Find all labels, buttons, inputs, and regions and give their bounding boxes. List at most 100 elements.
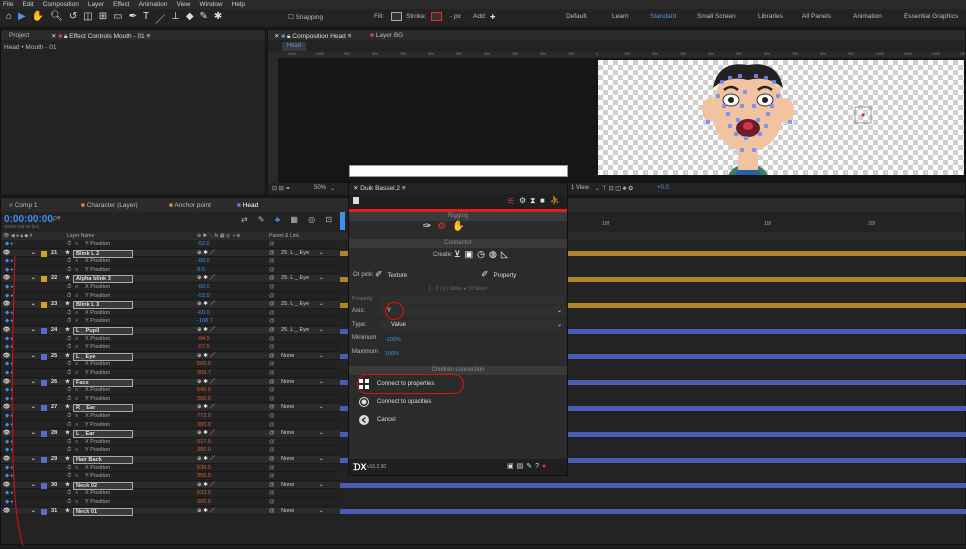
type-dropdown[interactable]: Value ⌄ [379, 320, 565, 330]
rotate-tool-icon[interactable]: ↺ [69, 11, 77, 26]
comp-breadcrumb-head[interactable]: Head [282, 42, 306, 51]
connector-hint: 1 - 3 | 10 Slider ● 10 Slider [428, 286, 488, 292]
menu-item-window[interactable]: Window [200, 0, 223, 9]
add-icon[interactable]: ✚ [490, 13, 495, 21]
hand-tool-icon[interactable]: ✋ [32, 11, 44, 26]
menu-item-composition[interactable]: Composition [43, 0, 79, 9]
property-dropdown[interactable] [379, 296, 565, 304]
layer-duration-bar[interactable] [340, 509, 966, 515]
fill-swatch[interactable] [391, 12, 402, 21]
workspace-essential-graphics[interactable]: Essential Graphics [904, 13, 958, 20]
menu-item-help[interactable]: Help [232, 0, 245, 9]
menu-item-edit[interactable]: Edit [22, 0, 33, 9]
pen-tool-icon[interactable]: ✒ [129, 11, 137, 26]
rectangle-tool-icon[interactable]: ▭ [113, 11, 122, 26]
spin-create-icon[interactable]: ◍ [489, 249, 501, 259]
puppet-pin-icon[interactable]: ✱ [214, 11, 222, 26]
chevron-down-icon: ⌄ [556, 322, 562, 328]
zoom-tool-icon[interactable]: 🔍︎ [50, 11, 63, 26]
tab-effect-controls[interactable]: ✕ ■ 🔒︎ Effect Controls Mouth - 01 ≡ [51, 32, 150, 41]
duik-camera-icon[interactable]: ■ [540, 196, 545, 205]
camera-tool-icon[interactable]: ◫ [83, 11, 92, 26]
clone-stamp-icon[interactable]: ⊥ [171, 11, 180, 26]
workspace-standard[interactable]: Standard [650, 13, 676, 20]
ruler-tick: 900 [848, 52, 854, 56]
pick-property-button[interactable]: ✐ Property [481, 267, 561, 282]
snapping-toggle[interactable]: ☐ Snapping [288, 13, 323, 21]
duik-logo: ᗪX [353, 462, 367, 472]
view-layout-dropdown[interactable]: 1 View [571, 185, 589, 191]
tab-project[interactable]: Project [9, 32, 29, 39]
character-artwork [702, 64, 872, 175]
ruler-tick: 700 [792, 52, 798, 56]
pan-behind-icon[interactable]: ⊞ [99, 11, 107, 26]
brush-tool-icon[interactable]: ／ [155, 11, 165, 26]
zoom-chevron-icon[interactable]: ⌄ [330, 185, 335, 192]
snapshot-icon[interactable]: ⊡ ⊟ ⚭ [272, 185, 290, 192]
connect-to-opacities-button[interactable]: Connect to opacities [353, 395, 561, 409]
chat-icon[interactable]: ▣ [507, 463, 517, 470]
hand-icon[interactable]: ✋ [452, 221, 470, 232]
tab-timeline-anchor-point[interactable]: ■ Anchor point [169, 202, 211, 209]
timecode-fps: 00000 (25.00 fps) [4, 224, 40, 229]
slider-create-icon[interactable]: ⊻ [454, 249, 465, 259]
curve-create-icon[interactable]: ◺ [501, 249, 512, 259]
duik-rig-icon[interactable]: ⚟ [507, 196, 515, 207]
menu-item-animation[interactable]: Animation [139, 0, 168, 9]
bone-icon[interactable]: ✑ [423, 221, 437, 232]
type-tool-icon[interactable]: T [143, 11, 149, 26]
workspace-animation[interactable]: Animation [853, 13, 882, 20]
zoom-dropdown[interactable]: 50% [314, 185, 326, 191]
menu-item-file[interactable]: File [3, 0, 13, 9]
stroke-width[interactable]: - px [450, 13, 461, 20]
playhead[interactable] [340, 212, 345, 230]
wrench-icon[interactable]: ✎ [526, 463, 535, 470]
menu-item-effect[interactable]: Effect [113, 0, 130, 9]
workspace-learn[interactable]: Learn [612, 13, 629, 20]
home-icon[interactable]: ⌂ [6, 11, 12, 26]
minimum-value[interactable]: -100% [385, 337, 401, 343]
workspace-libraries[interactable]: Libraries [758, 13, 783, 20]
minimum-label: Minimum [352, 335, 377, 341]
comment-icon[interactable]: ▤ [517, 463, 527, 470]
menu-item-layer[interactable]: Layer [88, 0, 104, 9]
col-parent[interactable]: Parent & Link [269, 232, 299, 240]
col-switches-icons: ⊕ ✱ ＼ fx ▦ ◎ ◑ ⊕ [197, 233, 241, 239]
timeline-switch-icons[interactable]: ⇄ ✎ ♣ ▦ ◎ ⊡ [241, 215, 336, 224]
timeline-search-input[interactable]: ρ▾ [53, 214, 103, 223]
axis-dropdown[interactable]: Y ⌄ [379, 306, 565, 316]
col-layer-name[interactable]: Layer Name [67, 232, 94, 240]
pick-texture-button[interactable]: ✐ Texture [375, 267, 470, 282]
duik-run-icon[interactable]: ⛹ [550, 196, 560, 205]
duik-top-bar: ⚟ ⚙ ⧗ ■ ⛹ [349, 194, 567, 209]
layer-duration-bar[interactable] [340, 483, 966, 489]
stroke-swatch[interactable] [431, 12, 442, 21]
exposure-value[interactable]: +0.0 [657, 185, 669, 191]
duik-gear-icon[interactable]: ⚙ [519, 196, 526, 205]
workspace-default[interactable]: Default [566, 13, 587, 20]
tab-timeline-character-layer-[interactable]: ■ Character (Layer) [81, 202, 138, 209]
comp-canvas[interactable] [598, 60, 964, 175]
menu-item-view[interactable]: View [177, 0, 191, 9]
angle-create-icon[interactable]: ◷ [477, 249, 489, 259]
2d-slider-icon[interactable]: ▣ [465, 249, 478, 259]
cancel-button[interactable]: Cancel [353, 413, 561, 427]
maximum-value[interactable]: 100% [385, 351, 399, 357]
tab-layer[interactable]: ■ Layer BG [370, 32, 403, 39]
tool-icons: ⌂ ▶ ✋ 🔍︎ ↺ ◫ ⊞ ▭ ✒ T ／ ⊥ ◆ ✎ ✱ [6, 11, 222, 26]
controller-icon[interactable]: ⚙ [437, 221, 452, 232]
tab-timeline-comp-1[interactable]: ■ Comp 1 [9, 202, 38, 209]
vertical-ruler [268, 58, 278, 183]
tab-composition[interactable]: ✕ ■ 🔒︎ Composition Head ≡ [274, 32, 351, 41]
tab-timeline-head[interactable]: ■ Head [237, 202, 258, 209]
workspace-small-screen[interactable]: Small Screen [697, 13, 736, 20]
roto-brush-icon[interactable]: ✎ [200, 11, 208, 26]
view-options-icons[interactable]: ⌄ ⊤ ⊡ ◫ ♣ ✿ [595, 185, 633, 192]
help-icon[interactable]: ? [535, 463, 542, 470]
eraser-tool-icon[interactable]: ◆ [186, 11, 194, 26]
duik-hourglass-icon[interactable]: ⧗ [530, 196, 536, 206]
duik-menu-icon[interactable] [353, 197, 359, 204]
workspace-all-panels[interactable]: All Panels [802, 13, 831, 20]
add-label[interactable]: Add: [473, 13, 486, 20]
selection-tool-icon[interactable]: ▶ [18, 11, 26, 26]
